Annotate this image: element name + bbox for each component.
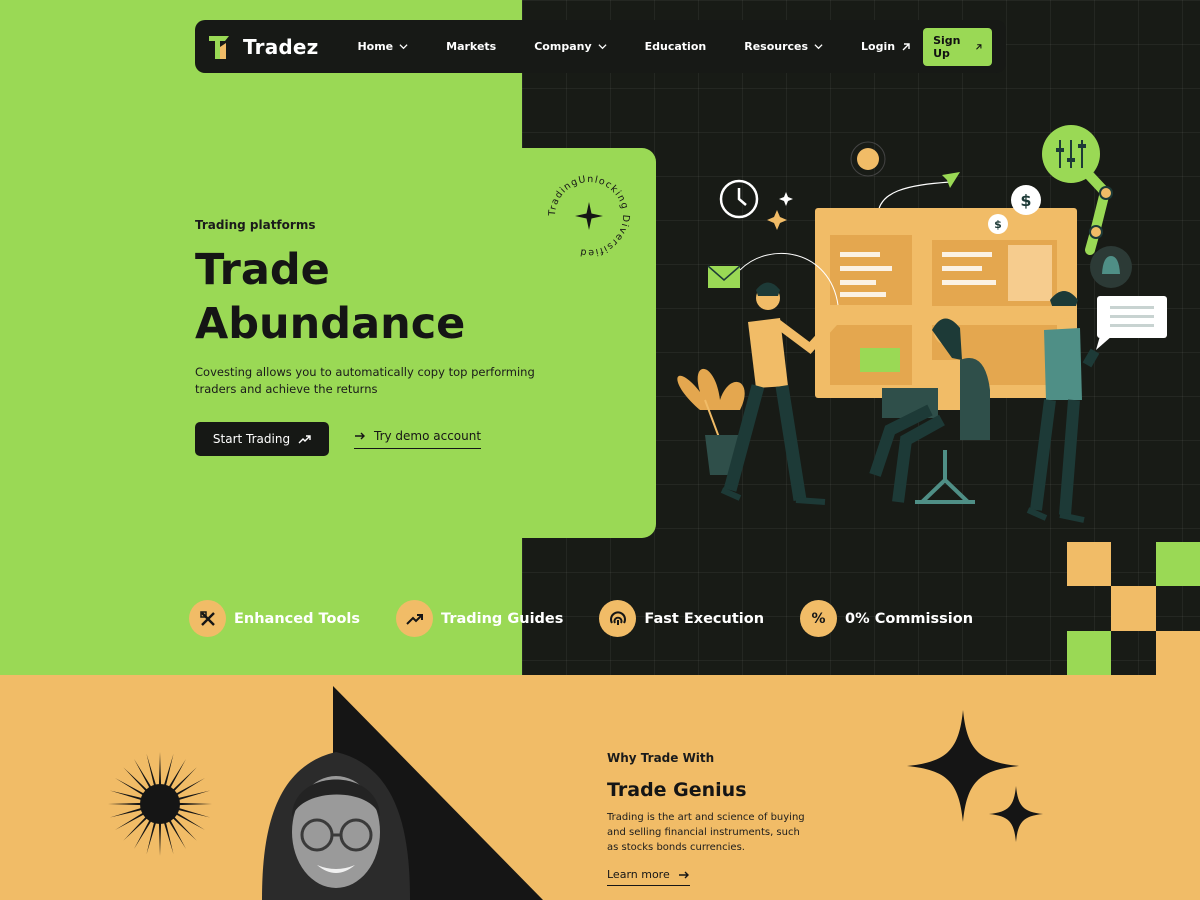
- feature-item[interactable]: % 0% Commission: [800, 600, 973, 637]
- learn-more-label: Learn more: [607, 868, 670, 881]
- sunburst-icon: [108, 752, 212, 856]
- woman-portrait-image: [262, 752, 410, 900]
- feature-list: Enhanced Tools Trading Guides Fast Execu…: [189, 600, 1009, 637]
- feature-label: Fast Execution: [644, 610, 765, 627]
- why-description: Trading is the art and science of buying…: [607, 812, 805, 853]
- percent-symbol: %: [811, 610, 826, 627]
- navbar: Tradez Home Markets Company Education Re…: [195, 20, 1006, 73]
- logo[interactable]: Tradez: [207, 33, 341, 61]
- nav-actions: Login Sign Up: [861, 27, 992, 66]
- brand-name: Tradez: [243, 34, 319, 59]
- feature-item[interactable]: Enhanced Tools: [189, 600, 360, 637]
- nav-item-resources[interactable]: Resources: [744, 40, 823, 53]
- circular-text-badge: TradingUnlocking Diversified: [547, 174, 630, 258]
- clock-icon: [719, 179, 759, 219]
- nav-item-home[interactable]: Home: [357, 40, 408, 53]
- team-trading-illustration: $ $: [677, 125, 1167, 523]
- learn-more-link[interactable]: Learn more: [607, 868, 690, 886]
- nav-links: Home Markets Company Education Resources: [357, 40, 861, 53]
- trend-up-icon: [298, 435, 311, 444]
- why-eyebrow: Why Trade With: [607, 751, 715, 765]
- checker-pattern: [1067, 542, 1200, 675]
- hero-title-line2: Abundance: [195, 299, 466, 349]
- sparkle-stars-icon: [907, 710, 1043, 842]
- start-trading-button[interactable]: Start Trading: [195, 422, 329, 456]
- why-title: Trade Genius: [607, 779, 747, 801]
- nav-label: Resources: [744, 40, 809, 53]
- feature-item[interactable]: Trading Guides: [396, 600, 563, 637]
- hero-title-line1: Trade: [195, 245, 330, 295]
- chevron-down-icon: [399, 44, 408, 50]
- chevron-down-icon: [814, 44, 823, 50]
- percent-icon: %: [800, 600, 838, 637]
- svg-text:$: $: [1020, 191, 1031, 210]
- trend-up-icon: [396, 600, 434, 637]
- feature-item[interactable]: Fast Execution: [599, 600, 764, 637]
- hero-eyebrow: Trading platforms: [195, 218, 316, 232]
- nav-label: Markets: [446, 40, 497, 53]
- arrow-right-icon: [355, 432, 365, 440]
- svg-text:$: $: [994, 218, 1002, 231]
- login-link[interactable]: Login: [861, 40, 911, 53]
- nav-item-education[interactable]: Education: [645, 40, 707, 53]
- signup-button[interactable]: Sign Up: [923, 27, 992, 66]
- start-trading-label: Start Trading: [212, 432, 291, 446]
- signup-label: Sign Up: [933, 33, 961, 60]
- feature-label: 0% Commission: [845, 610, 974, 627]
- chevron-down-icon: [598, 44, 607, 50]
- nav-item-markets[interactable]: Markets: [446, 40, 496, 53]
- feature-label: Enhanced Tools: [234, 610, 361, 627]
- sparkle-icon: [575, 202, 603, 230]
- arrow-up-right-icon: [902, 42, 910, 50]
- arrow-right-icon: [678, 871, 689, 878]
- login-label: Login: [861, 40, 896, 53]
- nav-label: Education: [644, 40, 707, 53]
- try-demo-link[interactable]: Try demo account: [354, 429, 482, 449]
- nav-item-company[interactable]: Company: [534, 40, 607, 53]
- hero-description: Covesting allows you to automatically co…: [195, 365, 535, 396]
- hero-title: Trade Abundance: [195, 243, 515, 351]
- fingerprint-icon: [599, 600, 637, 637]
- try-demo-label: Try demo account: [374, 429, 482, 443]
- logo-icon: [209, 35, 229, 59]
- tools-icon: [189, 600, 226, 637]
- arrow-up-right-icon: [975, 43, 982, 50]
- nav-label: Home: [357, 40, 394, 53]
- nav-label: Company: [534, 40, 592, 53]
- feature-label: Trading Guides: [441, 610, 564, 627]
